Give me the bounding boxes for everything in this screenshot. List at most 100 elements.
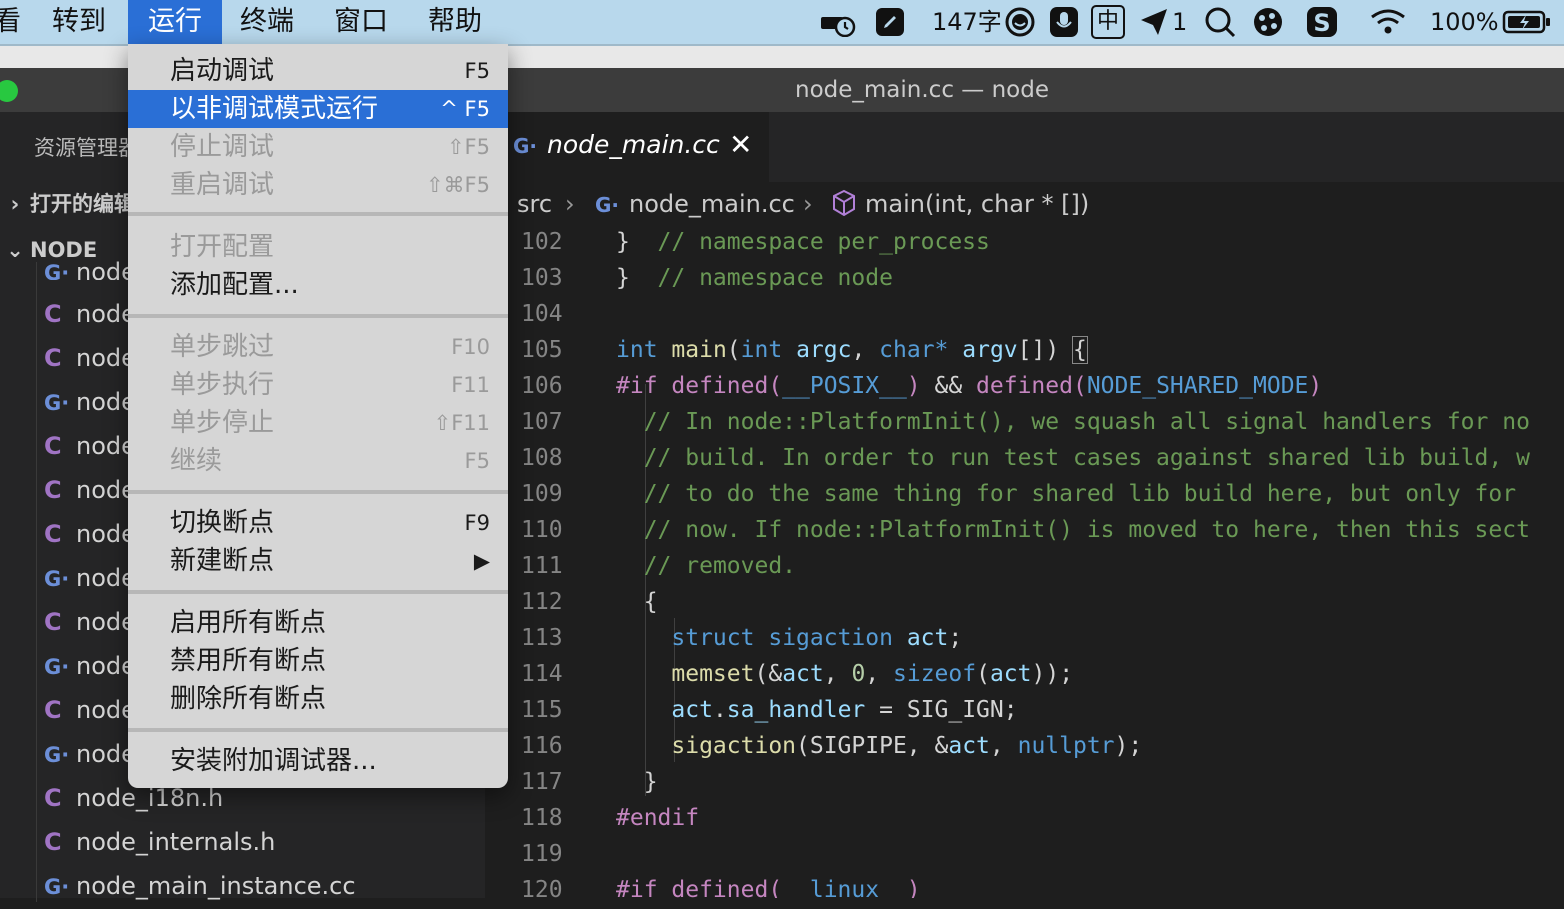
cpp-file-icon: G· [44,875,70,899]
time-machine-icon[interactable] [818,0,858,44]
menu-item-toggle-breakpoint[interactable]: 切换断点 F9 [128,504,508,542]
menu-help[interactable]: 帮助 [428,0,482,44]
c-file-icon: C [44,828,62,856]
code-line: 114 memset(&act, 0, sizeof(act)); [521,661,1074,687]
notes-icon[interactable] [872,0,908,44]
cpp-file-icon: G· [44,743,70,767]
c-file-icon: C [44,520,62,548]
battery-icon[interactable] [1500,0,1554,44]
menu-item-remove-all-breakpoints[interactable]: 删除所有断点 [128,680,508,718]
svg-text:S: S [1313,9,1330,37]
code-line: 102} // namespace per_process [521,229,990,255]
file-item[interactable]: Cnode [44,424,136,468]
battery-percentage: 100% [1430,8,1499,36]
c-file-icon: C [44,696,62,724]
menu-item-add-configuration[interactable]: 添加配置... [128,266,508,304]
menu-window[interactable]: 窗口 [334,0,388,44]
menu-view[interactable]: 看 [0,0,21,44]
menu-bar: 看 转到 运行 终端 窗口 帮助 147字 中 1 S 100% [0,0,1564,44]
file-item-node-internals[interactable]: Cnode_internals.h [44,820,275,864]
code-line: 103} // namespace node [521,265,893,291]
send-icon[interactable] [1136,0,1172,44]
c-file-icon: C [44,344,62,372]
menu-item-stop-debugging[interactable]: 停止调试 ⇧F5 [128,128,508,166]
cpp-file-icon: G· [44,261,70,280]
menu-separator [128,590,508,594]
sogou-icon[interactable]: S [1304,0,1340,44]
menu-item-step-out[interactable]: 单步停止 ⇧F11 [128,404,508,442]
code-line: 119 [521,841,563,867]
editor-tab-bar: G· node_main.cc ✕ [485,112,1564,182]
menu-item-step-over[interactable]: 单步跳过 F10 [128,328,508,366]
notification-count: 1 [1172,8,1188,36]
file-item[interactable]: Cnode [44,336,136,380]
code-line: 105 int main(int argc, char* argv[]) { [521,336,1088,364]
wifi-icon[interactable] [1366,0,1410,44]
code-line: 112 { [521,589,658,615]
code-line: 115 act.sa_handler = SIG_IGN; [521,697,1018,723]
menu-item-restart-debugging[interactable]: 重启调试 ⇧⌘F5 [128,166,508,204]
menu-item-step-into[interactable]: 单步执行 F11 [128,366,508,404]
char-count: 147字 [932,8,1002,36]
menu-item-disable-all-breakpoints[interactable]: 禁用所有断点 [128,642,508,680]
breadcrumb-symbol[interactable]: main(int, char * []) [865,190,1089,218]
tab-node-main[interactable]: G· node_main.cc ✕ [485,112,769,182]
breadcrumb-folder[interactable]: src [517,190,552,218]
cpp-file-icon: G· [595,193,620,217]
file-item[interactable]: Cnode [44,600,136,644]
menu-go[interactable]: 转到 [52,0,106,44]
chevron-right-icon: › [803,190,813,218]
c-file-icon: C [44,300,62,328]
code-line: 109 // to do the same thing for shared l… [521,481,1517,507]
run-menu-dropdown: 启动调试 F5 以非调试模式运行 ^ F5 停止调试 ⇧F5 重启调试 ⇧⌘F5 打开配… [128,44,508,788]
file-item[interactable]: G· node [44,732,136,776]
code-line: 107 // In node::PlatformInit(), we squas… [521,409,1530,435]
app-menu-icon[interactable] [1250,0,1286,44]
menu-terminal[interactable]: 终端 [240,0,294,44]
code-editor[interactable]: 102} // namespace per_process 103} // na… [485,224,1564,898]
code-line: 116 sigaction(SIGPIPE, &act, nullptr); [521,733,1143,759]
file-item[interactable]: G· node [44,644,136,688]
chevron-right-icon: › [10,192,20,216]
breadcrumb-file[interactable]: node_main.cc [629,190,795,218]
menu-separator [128,212,508,216]
file-item[interactable]: G· node [44,556,136,600]
explorer-header: 资源管理器 [34,136,139,160]
menu-item-new-breakpoint[interactable]: 新建断点 ▶ [128,542,508,580]
cpp-file-icon: G· [44,391,70,415]
menu-item-install-debuggers[interactable]: 安装附加调试器... [128,742,508,780]
menu-item-continue[interactable]: 继续 F5 [128,442,508,480]
file-item[interactable]: Cnode [44,688,136,732]
chevron-right-icon: › [565,190,575,218]
menu-separator [128,490,508,494]
code-line: 110 // now. If node::PlatformInit() is m… [521,517,1530,543]
cube-icon [831,188,857,224]
menu-separator [128,728,508,732]
breadcrumb: src › G· node_main.cc › main(int, char *… [485,182,1564,228]
file-item-node-main-instance[interactable]: G· node_main_instance.cc [44,864,356,908]
c-file-icon: C [44,608,62,636]
menu-run[interactable]: 运行 [128,0,222,44]
code-line: 117 } [521,769,658,795]
c-file-icon: C [44,432,62,460]
search-icon[interactable] [1200,0,1240,44]
microphone-icon[interactable] [1046,0,1082,44]
smiley-icon[interactable] [1002,0,1038,44]
file-item[interactable]: Cnode [44,292,136,336]
code-line: 106 #if defined(__POSIX__) && defined(NOD… [521,373,1323,399]
submenu-arrow-icon: ▶ [473,549,490,573]
file-item[interactable]: G· node [44,380,136,424]
file-item[interactable]: Cnode [44,512,136,556]
menu-item-enable-all-breakpoints[interactable]: 启用所有断点 [128,604,508,642]
menu-item-start-debugging[interactable]: 启动调试 F5 [128,52,508,90]
c-file-icon: C [44,784,62,812]
code-line: 108 // build. In order to run test cases… [521,445,1530,471]
input-method-icon[interactable]: 中 [1090,0,1126,44]
menu-item-open-configuration[interactable]: 打开配置 [128,228,508,266]
close-icon[interactable]: ✕ [729,128,752,161]
code-line: 113 struct sigaction act; [521,625,963,651]
menu-item-run-without-debugging[interactable]: 以非调试模式运行 ^ F5 [128,90,508,128]
file-item[interactable]: Cnode [44,468,136,512]
file-item[interactable]: G· node [44,250,136,280]
code-line: 120 #if defined(__linux__) [521,877,921,898]
